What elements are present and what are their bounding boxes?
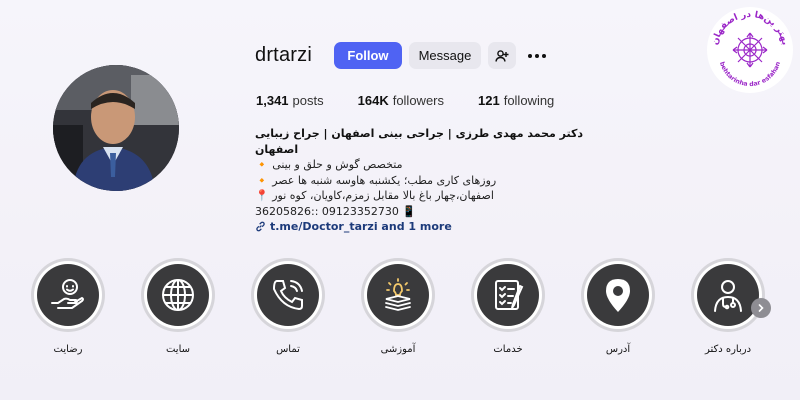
highlight-label: خدمات	[493, 344, 523, 355]
chevron-right-icon	[758, 304, 764, 312]
highlight-label: سایت	[165, 344, 191, 355]
posts-count: 1,341	[256, 93, 289, 108]
followers-stat[interactable]: 164K followers	[358, 93, 444, 108]
more-options-icon	[527, 53, 546, 58]
highlight-label: آموزشی	[380, 344, 416, 355]
posts-label: posts	[292, 93, 324, 108]
message-button[interactable]: Message	[408, 42, 481, 69]
profile-avatar[interactable]	[53, 65, 179, 191]
bio-line-specialty: متخصص گوش و حلق و بینی 🔸	[255, 158, 403, 171]
followers-label: followers	[392, 93, 444, 108]
brand-logo: بهتر ین‌ها در اصفهان behtarinha dar esfa…	[705, 5, 795, 95]
highlight-label: آدرس	[605, 344, 631, 355]
education-icon	[385, 278, 411, 311]
highlight-label: رضایت	[53, 344, 83, 355]
satisfaction-icon	[51, 279, 84, 309]
highlight-education[interactable]: آموزشی	[361, 258, 435, 355]
bio-title: دکتر محمد مهدی طرزی | جراحی بینی اصفهان …	[255, 127, 584, 156]
profile-header: drtarzi Follow Message	[255, 42, 548, 69]
highlight-website[interactable]: سایت	[141, 258, 215, 355]
username: drtarzi	[255, 44, 312, 66]
highlight-label: درباره دکتر	[704, 344, 752, 355]
follow-button[interactable]: Follow	[333, 42, 402, 69]
bio-line-phones: 36205826:: 09123352730 📱	[255, 204, 417, 218]
posts-stat: 1,341 posts	[256, 93, 324, 108]
following-label: following	[503, 93, 555, 108]
phone-icon	[272, 280, 303, 311]
highlight-contact[interactable]: تماس	[251, 258, 325, 355]
doctor-icon	[714, 280, 742, 312]
bio-link-text[interactable]: t.me/Doctor_tarzi and 1 more	[270, 219, 452, 235]
checklist-icon	[495, 280, 524, 310]
following-count: 121	[478, 93, 500, 108]
link-icon	[256, 221, 265, 232]
bio-line-hours: روزهای کاری مطب؛ یکشنبه هاوسه شنبه ها عص…	[255, 173, 497, 187]
profile-bio: دکتر محمد مهدی طرزی | جراحی بینی اصفهان …	[255, 126, 585, 235]
highlight-services[interactable]: خدمات	[471, 258, 545, 355]
profile-stats: 1,341 posts 164K followers 121 following	[256, 93, 588, 108]
highlight-label: تماس	[276, 344, 300, 355]
story-highlights: رضایت سایت تماس آموزشی خدمات آدرس درباره…	[31, 258, 771, 368]
highlights-next-button[interactable]	[751, 298, 771, 318]
globe-icon	[162, 279, 194, 311]
suggest-accounts-button[interactable]	[487, 42, 516, 69]
location-pin-icon	[606, 279, 630, 312]
bio-link[interactable]: t.me/Doctor_tarzi and 1 more	[255, 219, 585, 235]
add-user-icon	[495, 49, 509, 62]
more-options-button[interactable]	[526, 42, 548, 69]
highlight-address[interactable]: آدرس	[581, 258, 655, 355]
highlight-satisfaction[interactable]: رضایت	[31, 258, 105, 355]
followers-count: 164K	[357, 93, 389, 108]
bio-line-address: اصفهان،چهار باغ بالا مقابل زمزم،کاویان، …	[255, 189, 494, 202]
following-stat[interactable]: 121 following	[478, 93, 554, 108]
